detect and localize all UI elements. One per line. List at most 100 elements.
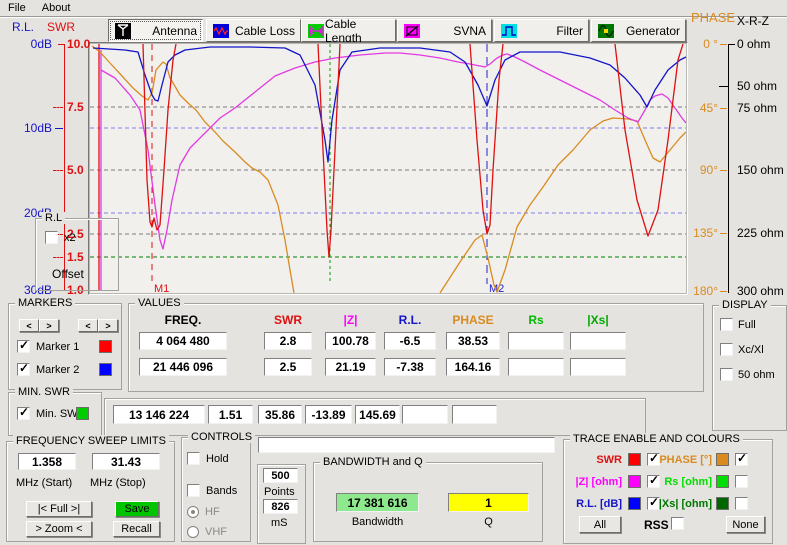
trace-label-swr: SWR [566,454,622,466]
ohm-axis-label: 75 ohm [737,101,777,115]
trace-enable-checkbox[interactable] [735,453,748,466]
values-header-4: PHASE [438,313,508,327]
hold-label: Hold [206,453,229,465]
none-traces-button[interactable]: None [726,516,765,533]
swr-axis-label: 5.0 [67,163,84,177]
marker-step-button[interactable]: > [39,319,59,332]
marker-1-label: Marker 1 [36,341,79,353]
toolbar-button-svna[interactable]: SVNA [397,19,492,42]
offset-button[interactable]: Offset [52,267,84,281]
trace-label-r-l-db-: R.L. [dB] [566,498,622,510]
points-field[interactable]: 500 [263,468,298,483]
menu-item-about[interactable]: About [34,1,79,15]
marker-1-checkbox[interactable] [17,340,30,353]
rl-x2-checkbox[interactable] [45,231,58,244]
values-header-5: Rs [501,313,571,327]
trace-enable-checkbox[interactable] [735,475,748,488]
trace-enable-checkbox[interactable] [735,497,748,510]
trace-box-title: TRACE ENABLE AND COLOURS [570,433,743,445]
display-option-label: 50 ohm [738,369,775,381]
bandwidth-label: Bandwidth [336,516,419,528]
min-swr-cell [452,405,497,424]
filter-icon [500,23,518,39]
marker-2-label: Marker 2 [36,364,79,376]
min-swr-box-title: MIN. SWR [15,386,73,398]
start-frequency-label: MHz (Start) [16,477,72,489]
bands-label: Bands [206,485,237,497]
toolbar-button-generator[interactable]: Generator [591,19,686,42]
controls-box-title: CONTROLS [188,431,255,443]
toolbar-button-cable-loss[interactable]: Cable Loss [206,19,301,42]
min-swr-color-swatch [76,407,89,420]
start-frequency-field[interactable]: 1.358 [18,453,76,470]
marker-step-button[interactable]: < [78,319,98,332]
sweep-box-title: FREQUENCY SWEEP LIMITS [13,435,169,447]
rss-checkbox[interactable] [671,517,684,530]
all-traces-button[interactable]: All [579,516,621,533]
chart-area[interactable]: M1M2 [90,44,686,293]
display-box-title: DISPLAY [719,299,771,311]
marker-2-checkbox[interactable] [17,363,30,376]
xrz-axis-title: X-R-Z [737,14,769,28]
values-cell: 164.16 [446,358,500,376]
display-option-full-checkbox[interactable] [720,318,733,331]
sweep-chart: M1M2 [90,44,686,293]
display-option-50-ohm-checkbox[interactable] [720,368,733,381]
ms-label: mS [271,517,288,529]
phase-axis-label: 180° [680,284,718,298]
hf-radio[interactable] [187,506,199,518]
text-entry-field[interactable] [258,437,555,453]
marker-step-button[interactable]: > [98,319,118,332]
values-cell [508,358,564,376]
bandwidth-box-title: BANDWIDTH and Q [320,456,426,468]
toolbar-button-label: Cable Loss [235,24,295,38]
menu-item-file[interactable]: File [0,1,34,15]
trace-color-swatch [716,475,729,488]
min-swr-cell: 145.69 [355,405,400,424]
toolbar-button-label: Generator [626,24,680,38]
swr-axis-label: 10.0 [67,37,90,51]
q-label: Q [448,516,529,528]
toolbar-button-cable-length[interactable]: Cable Length [301,19,396,42]
trace-label--z-ohm-: |Z| [ohm] [566,476,622,488]
ohm-axis-corner [729,44,735,45]
ohm-axis-label: 300 ohm [737,284,784,298]
values-cell: 21 446 096 [139,358,227,376]
stop-frequency-field[interactable]: 31.43 [92,453,160,470]
toolbar-button-label: Filter [556,24,583,38]
toolbar-button-label: Cable Length [325,17,390,45]
sweep-time-field[interactable]: 826 [263,499,298,514]
full-sweep-button[interactable]: |< Full >| [26,501,92,517]
toolbar-button-label: SVNA [453,24,486,38]
z-trace [101,53,686,249]
values-header-0: FREQ. [148,313,218,327]
phase-axis-label: 135° [680,226,718,240]
zoom-sweep-button[interactable]: > Zoom < [26,521,92,537]
min-swr-checkbox[interactable] [17,407,30,420]
toolbar-button-label: Antenna [152,24,197,38]
phase-axis-tick [720,44,727,45]
save-button[interactable]: Save [115,501,159,517]
hf-label: HF [205,506,220,518]
swr-axis-tick [53,107,63,109]
values-cell: 38.53 [446,332,500,350]
values-cell: 2.8 [264,332,312,350]
toolbar-button-filter[interactable]: Filter [494,19,589,42]
values-header-6: |Xs| [563,313,633,327]
vhf-radio[interactable] [187,526,199,538]
phase-axis-tick [720,108,727,109]
marker-step-button[interactable]: < [19,319,39,332]
rl-axis-title: R.L. [12,20,34,34]
swr-axis-title: SWR [47,20,75,34]
phase-axis-title: PHASE [691,10,735,25]
hold-checkbox[interactable] [187,452,200,465]
generator-icon [597,23,615,39]
stop-frequency-label: MHz (Stop) [90,477,146,489]
trace-label-rs-ohm-: Rs [ohm] [656,476,712,488]
display-option-xc-xl-checkbox[interactable] [720,343,733,356]
bands-checkbox[interactable] [187,484,200,497]
ohm-axis-tick [719,86,728,87]
recall-button[interactable]: Recall [113,521,160,537]
rl-trace [93,47,686,162]
toolbar-button-antenna[interactable]: Antenna [108,19,203,42]
